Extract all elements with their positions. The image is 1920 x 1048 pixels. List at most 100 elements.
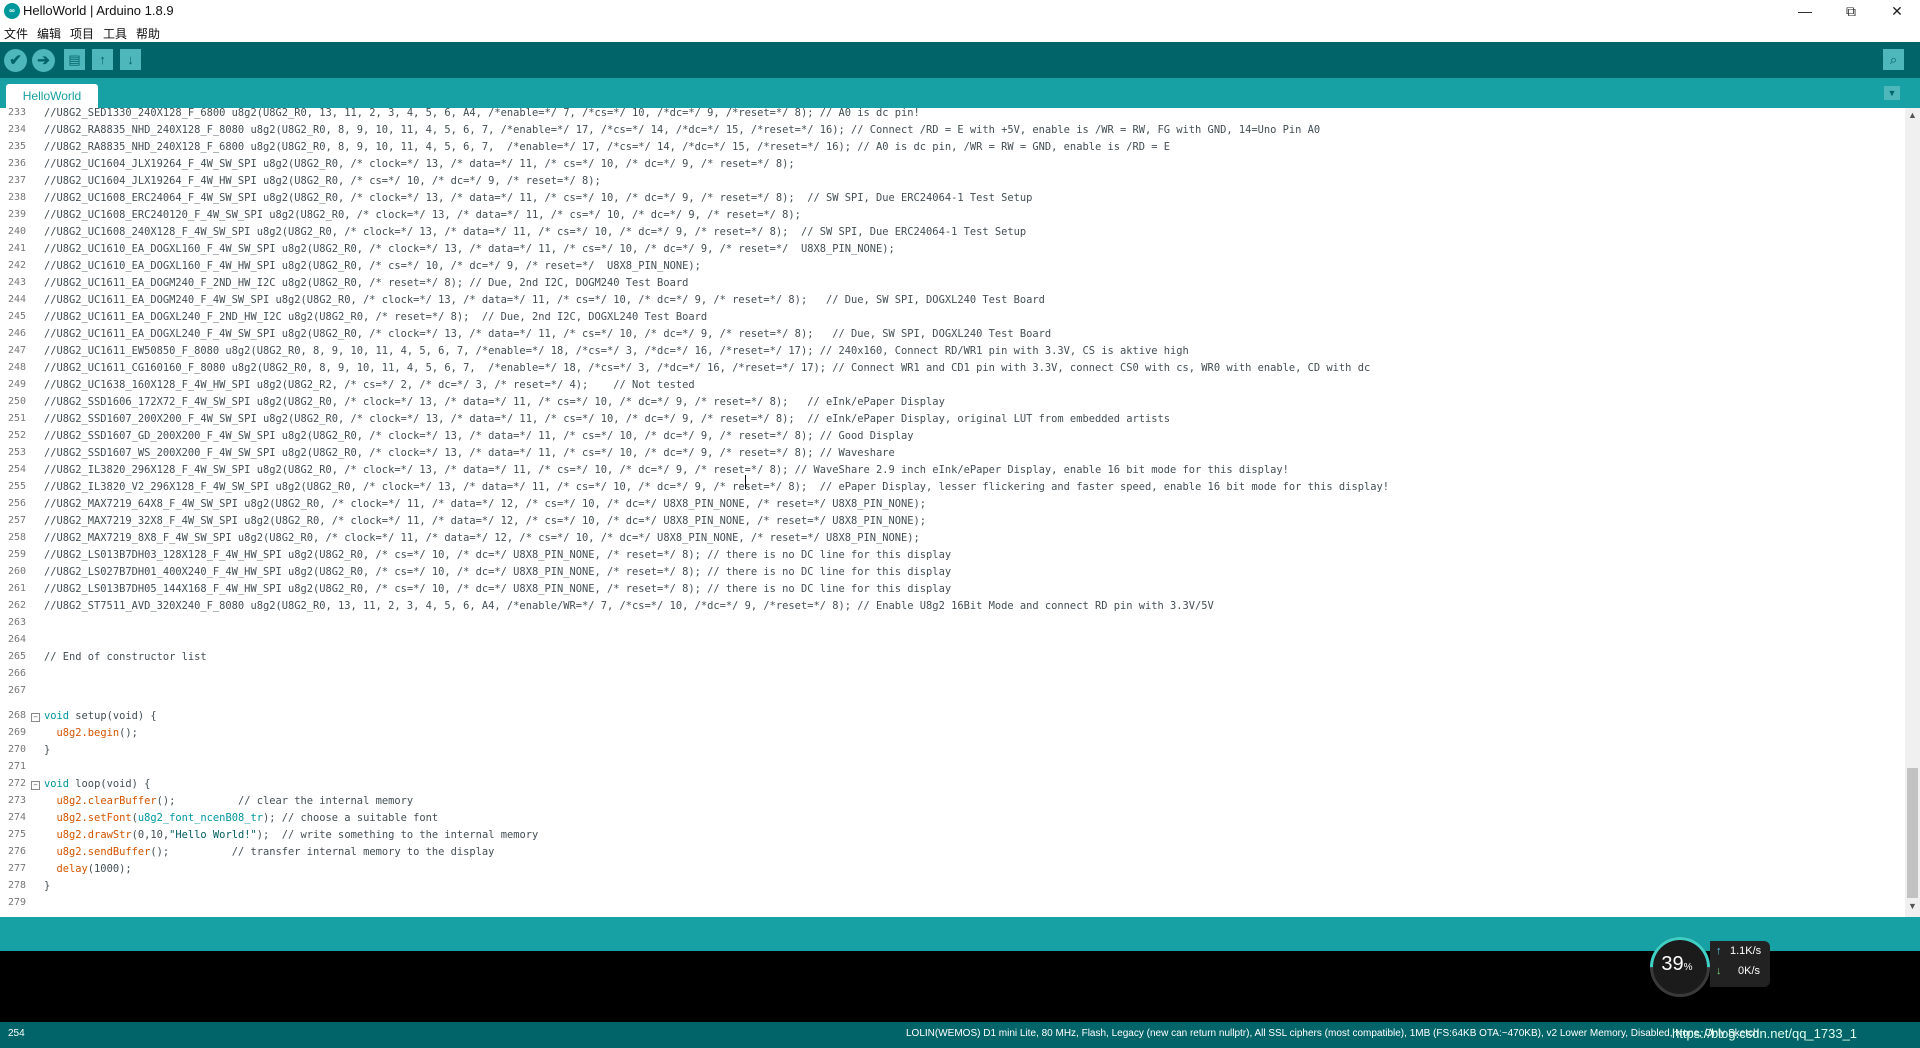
code-line: //U8G2_SED1330_240X128_F_6800 u8g2(U8G2_… xyxy=(44,108,920,119)
method-name: .setFont xyxy=(81,812,132,824)
line-number: 269 xyxy=(8,727,27,738)
menu-edit[interactable]: 编辑 xyxy=(37,25,61,42)
function-name: setup xyxy=(75,710,107,722)
code-editor[interactable]: 233 //U8G2_SED1330_240X128_F_6800 u8g2(U8… xyxy=(0,108,1905,917)
code-line: } xyxy=(44,744,51,756)
code-line: //U8G2_UC1608_ERC240120_F_4W_SW_SPI u8g2… xyxy=(44,209,801,221)
function-name: delay xyxy=(56,863,88,875)
line-number: 233 xyxy=(8,108,27,118)
string-literal: "Hello World!" xyxy=(169,829,257,841)
code-line: u8g2.sendBuffer(); // transfer internal … xyxy=(44,846,495,858)
line-number: 239 xyxy=(8,209,27,220)
code-text: (void) { xyxy=(106,710,157,722)
save-sketch-icon[interactable]: ↓ xyxy=(120,49,141,70)
line-number: 256 xyxy=(8,498,27,509)
line-number: 276 xyxy=(8,846,27,857)
scrollbar-thumb[interactable] xyxy=(1907,768,1918,898)
line-number: 273 xyxy=(8,795,27,806)
code-line: //U8G2_SSD1607_200X200_F_4W_SW_SPI u8g2(… xyxy=(44,413,1171,425)
network-monitor-widget[interactable]: 39% ↑ 1.1K/s ↓ 0K/s xyxy=(1637,924,1770,1010)
object-name: u8g2 xyxy=(56,812,82,824)
line-number: 246 xyxy=(8,328,27,339)
line-number: 264 xyxy=(8,634,27,645)
line-number: 260 xyxy=(8,566,27,577)
fold-toggle-icon[interactable]: − xyxy=(31,781,40,790)
code-line: //U8G2_MAX7219_8X8_F_4W_SW_SPI u8g2(U8G2… xyxy=(44,532,920,544)
line-number: 263 xyxy=(8,617,27,628)
object-name: u8g2 xyxy=(56,846,82,858)
code-line: u8g2.begin(); xyxy=(44,727,138,739)
scroll-up-icon[interactable]: ▲ xyxy=(1905,110,1920,124)
line-number: 257 xyxy=(8,515,27,526)
menu-tools[interactable]: 工具 xyxy=(103,25,127,42)
method-name: .begin xyxy=(81,727,120,739)
scroll-down-icon[interactable]: ▼ xyxy=(1905,901,1920,915)
menu-file[interactable]: 文件 xyxy=(4,25,28,42)
code-line: u8g2.setFont(u8g2_font_ncenB08_tr); // c… xyxy=(44,812,439,824)
code-line: //U8G2_MAX7219_32X8_F_4W_SW_SPI u8g2(U8G… xyxy=(44,515,927,527)
code-line: //U8G2_LS013B7DH03_128X128_F_4W_HW_SPI u… xyxy=(44,549,952,561)
line-number: 251 xyxy=(8,413,27,424)
line-number: 254 xyxy=(8,464,27,475)
vertical-scrollbar[interactable]: ▲ ▼ xyxy=(1905,108,1920,917)
tab-helloworld[interactable]: HelloWorld xyxy=(6,84,98,108)
maximize-button[interactable]: ⧉ xyxy=(1828,0,1874,22)
code-line: //U8G2_LS013B7DH05_144X168_F_4W_HW_SPI u… xyxy=(44,583,952,595)
line-number: 258 xyxy=(8,532,27,543)
code-text: ); // choose a suitable font xyxy=(262,812,439,824)
line-number: 253 xyxy=(8,447,27,458)
code-line: //U8G2_RA8835_NHD_240X128_F_6800 u8g2(U8… xyxy=(44,141,1171,153)
line-number: 235 xyxy=(8,141,27,152)
code-line: //U8G2_UC1608_240X128_F_4W_SW_SPI u8g2(U… xyxy=(44,226,1027,238)
code-line: u8g2.drawStr(0,10,"Hello World!"); // wr… xyxy=(44,829,539,841)
font-constant: u8g2_font_ncenB08_tr xyxy=(137,812,263,824)
tab-menu-icon[interactable]: ▼ xyxy=(1884,86,1900,100)
code-line: //U8G2_UC1611_EA_DOGXL240_F_4W_SW_SPI u8… xyxy=(44,328,1052,340)
upload-icon[interactable]: ➔ xyxy=(32,49,55,72)
board-info: LOLIN(WEMOS) D1 mini Lite, 80 MHz, Flash… xyxy=(906,1028,1759,1039)
line-number: 242 xyxy=(8,260,27,271)
line-number: 271 xyxy=(8,761,27,772)
cursor-line-number: 254 xyxy=(8,1028,25,1039)
footer-status: 254 LOLIN(WEMOS) D1 mini Lite, 80 MHz, F… xyxy=(0,1022,1920,1048)
open-sketch-icon[interactable]: ↑ xyxy=(92,49,113,70)
menu-sketch[interactable]: 项目 xyxy=(70,25,94,42)
method-name: .sendBuffer xyxy=(81,846,151,858)
line-number: 265 xyxy=(8,651,27,662)
new-sketch-icon[interactable]: ▤ xyxy=(64,49,85,70)
line-number: 274 xyxy=(8,812,27,823)
code-text: (); xyxy=(119,727,138,739)
line-number: 245 xyxy=(8,311,27,322)
line-number: 241 xyxy=(8,243,27,254)
close-button[interactable]: ✕ xyxy=(1874,0,1920,22)
line-number: 249 xyxy=(8,379,27,390)
line-number: 259 xyxy=(8,549,27,560)
line-number: 236 xyxy=(8,158,27,169)
fold-toggle-icon[interactable]: − xyxy=(31,713,40,722)
line-number: 255 xyxy=(8,481,27,492)
minimize-button[interactable]: — xyxy=(1782,0,1828,22)
code-line: //U8G2_UC1611_EW50850_F_8080 u8g2(U8G2_R… xyxy=(44,345,1189,357)
watermark-text: https://blog.csdn.net/qq_1733_1 xyxy=(1672,1026,1858,1041)
serial-monitor-icon[interactable]: ⌕ xyxy=(1883,49,1904,70)
code-text: (); // transfer internal memory to the d… xyxy=(150,846,495,858)
menu-help[interactable]: 帮助 xyxy=(136,25,160,42)
code-line: delay(1000); xyxy=(44,863,132,875)
code-line: //U8G2_SSD1607_WS_200X200_F_4W_SW_SPI u8… xyxy=(44,447,895,459)
line-number: 268 xyxy=(8,710,27,721)
object-name: u8g2 xyxy=(56,829,82,841)
method-name: .clearBuffer xyxy=(81,795,157,807)
text-caret xyxy=(745,475,746,489)
code-text: ); // write something to the internal me… xyxy=(256,829,539,841)
rate-panel: ↑ 1.1K/s ↓ 0K/s xyxy=(1710,941,1770,987)
code-line: void loop(void) { xyxy=(44,778,150,790)
verify-icon[interactable]: ✔ xyxy=(4,49,27,72)
arduino-logo-icon: ∞ xyxy=(4,3,20,19)
line-number: 277 xyxy=(8,863,27,874)
tab-bar: HelloWorld ▼ xyxy=(0,78,1920,108)
upload-rate: 1.1K/s xyxy=(1730,945,1762,957)
title-bar: ∞ HelloWorld | Arduino 1.8.9 — ⧉ ✕ xyxy=(0,0,1920,22)
message-bar xyxy=(0,917,1920,951)
code-line: //U8G2_UC1611_EA_DOGM240_F_4W_SW_SPI u8g… xyxy=(44,294,1045,306)
code-line: //U8G2_UC1610_EA_DOGXL160_F_4W_SW_SPI u8… xyxy=(44,243,895,255)
